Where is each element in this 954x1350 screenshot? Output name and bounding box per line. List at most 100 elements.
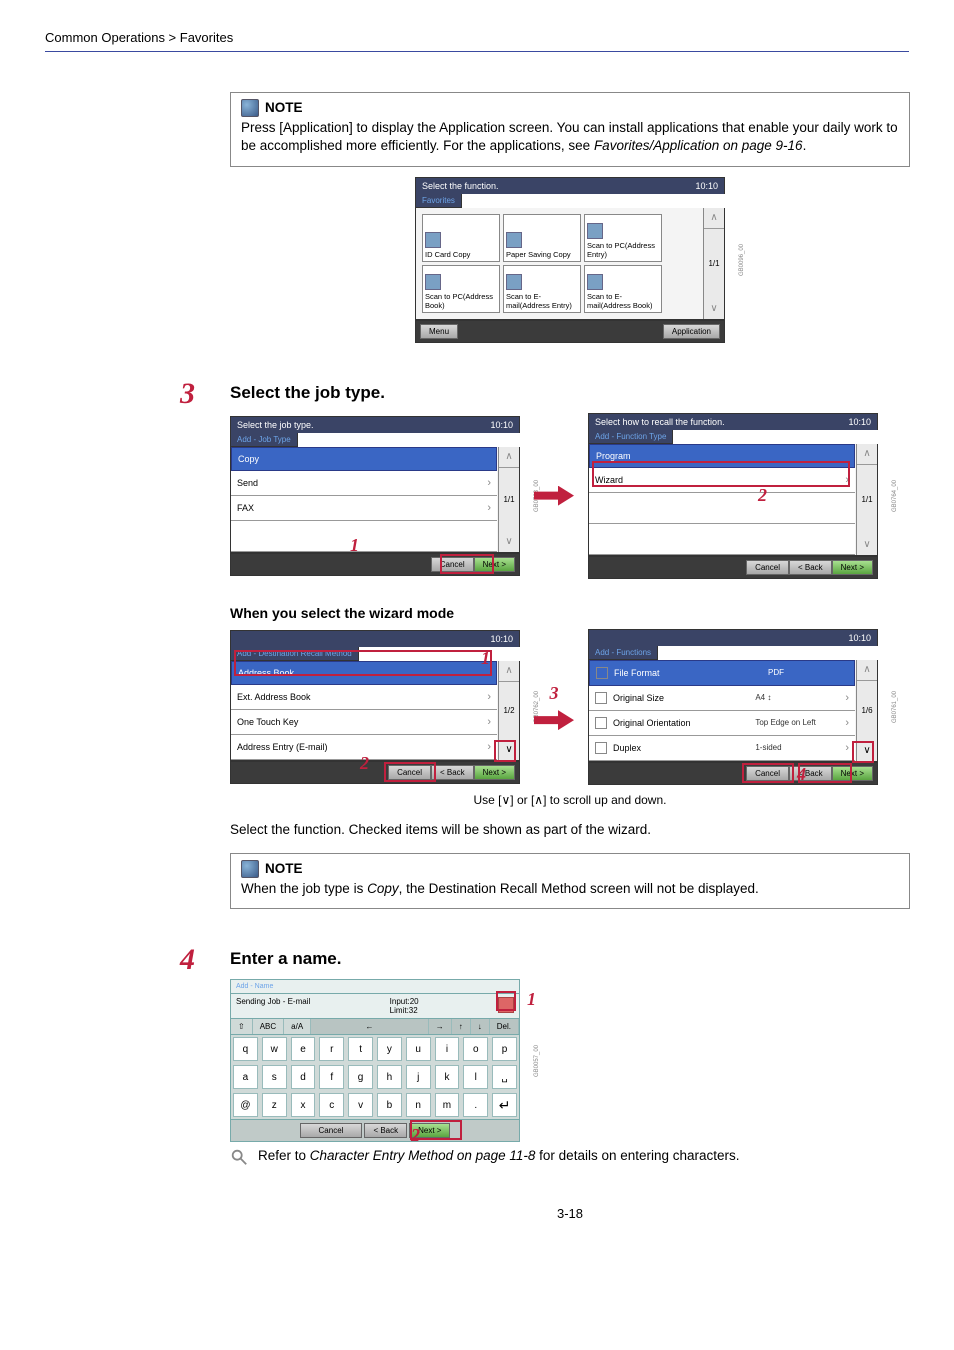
scroll-down-icon[interactable]: ∨: [704, 299, 724, 319]
panel-title: Select how to recall the function.: [595, 417, 725, 427]
favorite-item[interactable]: Paper Saving Copy: [503, 214, 581, 262]
panel-tab: Add - Functions: [588, 646, 658, 660]
back-button[interactable]: < Back: [789, 560, 832, 575]
cancel-button[interactable]: Cancel: [746, 766, 789, 781]
key-o[interactable]: o: [463, 1037, 488, 1061]
note-text-end: .: [803, 138, 807, 153]
cancel-button[interactable]: Cancel: [300, 1123, 363, 1138]
scroll-up-icon[interactable]: ∧: [704, 208, 724, 229]
favorite-item[interactable]: Scan to PC(Address Book): [422, 265, 500, 313]
recall-method-panel: 10:10 Add - Destination Recall Method Ad…: [230, 630, 520, 784]
note-text-end: , the Destination Recall Method screen w…: [399, 881, 759, 896]
key-j[interactable]: j: [406, 1065, 431, 1089]
next-button[interactable]: Next >: [832, 560, 873, 575]
key-a[interactable]: a: [233, 1065, 258, 1089]
key-r[interactable]: r: [319, 1037, 344, 1061]
list-item[interactable]: Duplex 1-sided›: [589, 736, 855, 761]
key-@[interactable]: @: [233, 1093, 258, 1117]
cancel-button[interactable]: Cancel: [746, 560, 789, 575]
key-w[interactable]: w: [262, 1037, 287, 1061]
list-item[interactable]: Original Size A4 ↕›: [589, 686, 855, 711]
key-f[interactable]: f: [319, 1065, 344, 1089]
key-y[interactable]: y: [377, 1037, 402, 1061]
next-button[interactable]: Next >: [474, 765, 515, 780]
body-text: Select the function. Checked items will …: [230, 821, 910, 839]
scroll-down-icon[interactable]: ∨: [857, 535, 877, 555]
scroll-down-icon[interactable]: ∨: [499, 532, 519, 552]
functions-panel: 10:10 Add - Functions File Format PDF Or…: [588, 629, 878, 785]
next-button[interactable]: Next >: [832, 766, 873, 781]
key-i[interactable]: i: [435, 1037, 460, 1061]
key-u[interactable]: u: [406, 1037, 431, 1061]
arrow-up-key[interactable]: ↑: [452, 1019, 471, 1034]
scroll-up-icon[interactable]: ∧: [857, 660, 877, 681]
arrow-down-key[interactable]: ↓: [471, 1019, 490, 1034]
favorite-item[interactable]: Scan to E-mail(Address Entry): [503, 265, 581, 313]
key-q[interactable]: q: [233, 1037, 258, 1061]
arrow-right-key[interactable]: →: [429, 1019, 452, 1034]
list-item[interactable]: FAX›: [231, 496, 497, 521]
menu-button[interactable]: Menu: [420, 324, 458, 339]
key-e[interactable]: e: [291, 1037, 316, 1061]
key-l[interactable]: l: [463, 1065, 488, 1089]
back-button[interactable]: < Back: [431, 765, 474, 780]
list-item[interactable]: Program: [589, 444, 855, 468]
note-emph: Copy: [367, 881, 399, 896]
shift-key[interactable]: ⇧: [231, 1019, 253, 1034]
list-item[interactable]: Copy: [231, 447, 497, 471]
delete-key[interactable]: Del.: [490, 1019, 519, 1034]
list-item[interactable]: Wizard›: [589, 468, 855, 493]
cancel-button[interactable]: Cancel: [431, 557, 474, 572]
next-button[interactable]: Next >: [474, 557, 515, 572]
mode-case[interactable]: a/A: [284, 1019, 311, 1034]
chevron-right-icon: ›: [845, 692, 849, 704]
key-c[interactable]: c: [319, 1093, 344, 1117]
callout-number: 1: [350, 535, 359, 556]
key-v[interactable]: v: [348, 1093, 373, 1117]
favorite-item[interactable]: Scan to PC(Address Entry): [584, 214, 662, 262]
list-label: Wizard: [595, 475, 623, 485]
application-button[interactable]: Application: [663, 324, 720, 339]
list-item[interactable]: Ext. Address Book›: [231, 685, 497, 710]
scroll-down-icon[interactable]: ∨: [499, 740, 519, 760]
panel-tab: Add - Job Type: [230, 433, 298, 447]
key-p[interactable]: p: [492, 1037, 517, 1061]
list-item[interactable]: One Touch Key›: [231, 710, 497, 735]
key-h[interactable]: h: [377, 1065, 402, 1089]
cancel-button[interactable]: Cancel: [388, 765, 431, 780]
key-t[interactable]: t: [348, 1037, 373, 1061]
arrow-left-key[interactable]: ←: [311, 1019, 429, 1034]
scroll-up-icon[interactable]: ∧: [857, 444, 877, 465]
key-n[interactable]: n: [406, 1093, 431, 1117]
scroll-up-icon[interactable]: ∧: [499, 661, 519, 682]
key-.[interactable]: .: [463, 1093, 488, 1117]
back-button[interactable]: < Back: [789, 766, 832, 781]
key-d[interactable]: d: [291, 1065, 316, 1089]
key-z[interactable]: z: [262, 1093, 287, 1117]
list-item[interactable]: Address Book: [231, 661, 497, 685]
scroll-down-icon[interactable]: ∨: [857, 741, 877, 761]
note-icon: [241, 99, 259, 117]
key-g[interactable]: g: [348, 1065, 373, 1089]
key-k[interactable]: k: [435, 1065, 460, 1089]
favorite-item[interactable]: Scan to E-mail(Address Book): [584, 265, 662, 313]
favorite-label: ID Card Copy: [425, 250, 497, 259]
list-item[interactable]: File Format PDF: [589, 660, 855, 686]
list-item[interactable]: Original Orientation Top Edge on Left›: [589, 711, 855, 736]
favorite-item[interactable]: ID Card Copy: [422, 214, 500, 262]
note-box: NOTE Press [Application] to display the …: [230, 92, 910, 167]
key-b[interactable]: b: [377, 1093, 402, 1117]
mode-abc[interactable]: ABC: [253, 1019, 284, 1034]
step-number: 3: [180, 377, 195, 411]
key-m[interactable]: m: [435, 1093, 460, 1117]
doc-icon: [425, 232, 441, 248]
key-↵[interactable]: ↵: [492, 1093, 517, 1117]
key-s[interactable]: s: [262, 1065, 287, 1089]
backspace-icon[interactable]: [498, 997, 514, 1013]
back-button[interactable]: < Back: [364, 1123, 407, 1138]
scroll-up-icon[interactable]: ∧: [499, 447, 519, 468]
list-item[interactable]: Send›: [231, 471, 497, 496]
key-␣[interactable]: ␣: [492, 1065, 517, 1089]
favorite-label: Scan to E-mail(Address Entry): [506, 292, 578, 310]
key-x[interactable]: x: [291, 1093, 316, 1117]
